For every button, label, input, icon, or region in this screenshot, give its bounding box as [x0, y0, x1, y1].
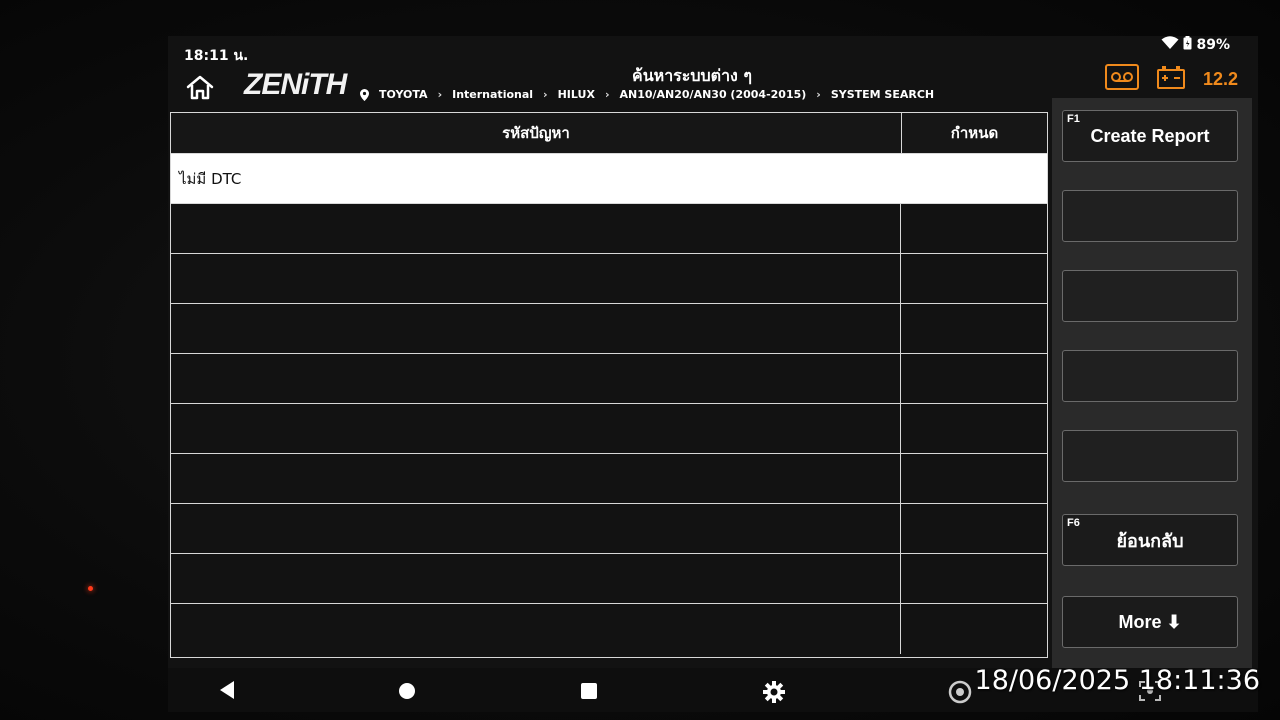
camera-timestamp: 18/06/2025 18:11:36 — [974, 665, 1260, 696]
function-key-panel: F1 Create Report F6 ย้อนกลับ More ⬇ — [1052, 98, 1252, 712]
dtc-code-cell — [171, 604, 901, 654]
breadcrumb-item[interactable]: TOYOTA — [379, 88, 428, 101]
table-header: รหัสปัญหา กำหนด — [171, 113, 1047, 154]
fkey-number: F1 — [1067, 113, 1080, 125]
column-header-definition: กำหนด — [950, 124, 999, 142]
breadcrumb-item: SYSTEM SEARCH — [830, 88, 935, 101]
zenith-logo: ZENiTH — [244, 68, 347, 101]
dtc-code-cell — [171, 404, 901, 453]
dtc-code-cell — [171, 504, 901, 553]
table-row[interactable] — [171, 204, 1047, 254]
breadcrumb-item[interactable]: International — [452, 88, 533, 101]
dtc-code-cell — [171, 204, 901, 253]
dtc-code-cell: ไม่มี DTC — [179, 169, 242, 188]
home-icon — [186, 75, 214, 100]
home-icon[interactable] — [398, 682, 416, 704]
back-button[interactable]: F6 ย้อนกลับ — [1062, 514, 1238, 566]
dtc-definition-cell — [901, 554, 1047, 603]
chevron-right-icon: › — [437, 88, 443, 101]
column-header-code: รหัสปัญหา — [171, 113, 902, 153]
dtc-definition-cell — [901, 254, 1047, 303]
table-row[interactable] — [171, 254, 1047, 304]
wifi-icon — [1161, 36, 1179, 54]
dtc-code-cell — [171, 554, 901, 603]
table-row[interactable] — [171, 404, 1047, 454]
dtc-definition-cell — [901, 504, 1047, 553]
function-key-f5[interactable] — [1062, 430, 1238, 482]
status-indicators: 89% — [1161, 36, 1230, 54]
chevron-right-icon: › — [604, 88, 610, 101]
table-row[interactable] — [171, 354, 1047, 404]
dtc-definition-cell — [901, 304, 1047, 353]
settings-icon[interactable] — [762, 680, 786, 708]
table-row[interactable] — [171, 604, 1047, 654]
table-row[interactable] — [171, 504, 1047, 554]
dtc-table: รหัสปัญหา กำหนด ไม่มี DTC — [170, 112, 1048, 658]
device-frame: 18:11 น. 89% ZENiTH ค้นหาระบบต่าง ๆ TOYO… — [0, 0, 1280, 720]
dtc-definition-cell — [901, 604, 1047, 654]
breadcrumb: TOYOTA › International › HILUX › AN10/AN… — [360, 88, 934, 101]
car-battery-icon — [1156, 65, 1185, 93]
dtc-definition-cell — [901, 354, 1047, 403]
page-title: ค้นหาระบบต่าง ๆ — [632, 66, 753, 85]
dtc-definition-cell — [901, 454, 1047, 503]
create-report-button[interactable]: F1 Create Report — [1062, 110, 1238, 162]
dtc-definition-cell — [901, 204, 1047, 253]
header-icons: 12.2 — [1104, 64, 1238, 94]
function-key-f2[interactable] — [1062, 190, 1238, 242]
table-row[interactable]: ไม่มี DTC — [171, 154, 1047, 204]
fkey-label: More ⬇ — [1118, 611, 1182, 632]
dtc-code-cell — [171, 254, 901, 303]
battery-icon — [1183, 36, 1192, 54]
dtc-definition-cell — [901, 154, 1047, 203]
power-led — [88, 586, 93, 591]
fkey-label: Create Report — [1090, 125, 1210, 146]
breadcrumb-item[interactable]: AN10/AN20/AN30 (2004-2015) — [619, 88, 806, 101]
dtc-definition-cell — [901, 404, 1047, 453]
back-icon[interactable] — [218, 680, 236, 704]
fkey-number: F6 — [1067, 517, 1080, 529]
recorder-icon[interactable] — [1104, 64, 1139, 94]
fkey-label: ย้อนกลับ — [1116, 530, 1184, 551]
browser-icon[interactable] — [948, 680, 972, 708]
more-button[interactable]: More ⬇ — [1062, 596, 1238, 648]
table-row[interactable] — [171, 304, 1047, 354]
function-key-f3[interactable] — [1062, 270, 1238, 322]
location-pin-icon — [360, 88, 369, 101]
home-button[interactable] — [184, 74, 216, 102]
recents-icon[interactable] — [580, 682, 598, 704]
dtc-code-cell — [171, 354, 901, 403]
battery-percent: 89% — [1196, 37, 1230, 53]
chevron-right-icon: › — [543, 88, 548, 101]
dtc-code-cell — [171, 454, 901, 503]
function-key-f4[interactable] — [1062, 350, 1238, 402]
table-row[interactable] — [171, 554, 1047, 604]
status-time: 18:11 น. — [184, 48, 249, 64]
table-row[interactable] — [171, 454, 1047, 504]
breadcrumb-item[interactable]: HILUX — [558, 88, 595, 101]
chevron-right-icon: › — [816, 88, 821, 101]
battery-voltage: 12.2 — [1202, 68, 1238, 89]
dtc-code-cell — [171, 304, 901, 353]
screen: 18:11 น. 89% ZENiTH ค้นหาระบบต่าง ๆ TOYO… — [168, 36, 1258, 712]
